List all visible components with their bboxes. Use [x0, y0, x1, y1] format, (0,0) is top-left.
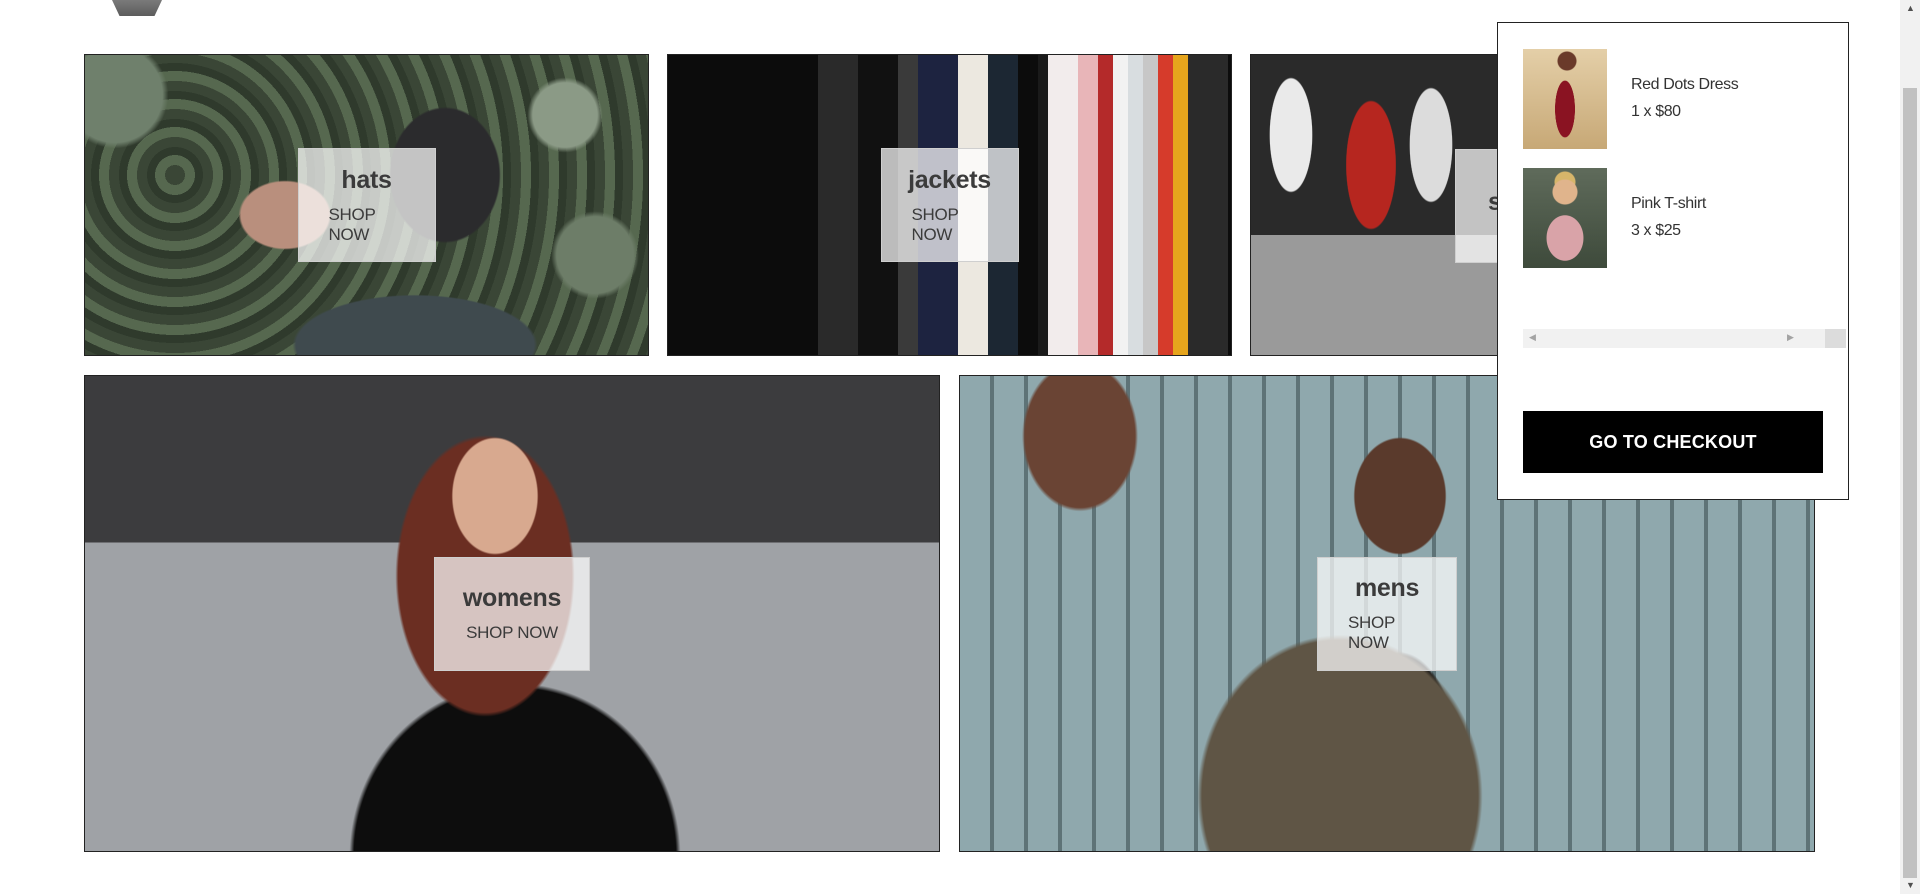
page-scrollbar-thumb[interactable]	[1903, 88, 1917, 878]
category-tile-hats[interactable]: hats SHOP NOW	[84, 54, 649, 356]
category-label-box[interactable]: womens SHOP NOW	[434, 556, 590, 671]
category-label-box[interactable]: jackets SHOP NOW	[880, 148, 1019, 262]
scroll-up-icon[interactable]: ▲	[1906, 3, 1915, 13]
cart-dropdown: Red Dots Dress 1 x $80 Pink T-shirt 3 x …	[1497, 22, 1849, 500]
cart-item-image	[1523, 49, 1607, 149]
scroll-down-icon[interactable]: ▼	[1906, 880, 1915, 890]
cart-item-details: Pink T-shirt 3 x $25	[1631, 190, 1706, 244]
category-title: mens	[1354, 574, 1420, 602]
scrollbar-corner	[1825, 329, 1846, 348]
cart-item-name: Red Dots Dress	[1631, 76, 1739, 93]
shop-now-link[interactable]: SHOP NOW	[912, 205, 988, 245]
category-title: hats	[341, 165, 392, 194]
category-title: womens	[462, 584, 562, 612]
cart-item: Red Dots Dress 1 x $80	[1523, 49, 1803, 149]
cart-items-list[interactable]: Red Dots Dress 1 x $80 Pink T-shirt 3 x …	[1523, 49, 1825, 371]
go-to-checkout-button[interactable]: GO TO CHECKOUT	[1523, 411, 1823, 473]
cart-item-quantity-price: 1 x $80	[1631, 103, 1681, 120]
category-label-box[interactable]: mens SHOP NOW	[1317, 556, 1457, 671]
cart-horizontal-scrollbar[interactable]: ◀ ▶	[1523, 329, 1825, 348]
category-tile-jackets[interactable]: jackets SHOP NOW	[667, 54, 1232, 356]
page-scrollbar[interactable]: ▲ ▼	[1900, 0, 1920, 894]
cart-item-details: Red Dots Dress 1 x $80	[1631, 71, 1739, 125]
shop-now-link[interactable]: SHOP NOW	[329, 205, 405, 245]
cart-item: Pink T-shirt 3 x $25	[1523, 168, 1803, 268]
category-tile-womens[interactable]: womens SHOP NOW	[84, 375, 940, 852]
cart-item-image	[1523, 168, 1607, 268]
shop-now-link[interactable]: SHOP NOW	[466, 623, 558, 643]
cart-item-quantity-price: 3 x $25	[1631, 222, 1681, 239]
category-title: jackets	[908, 165, 991, 194]
scroll-left-icon[interactable]: ◀	[1529, 332, 1536, 343]
logo-icon[interactable]	[112, 0, 162, 16]
shop-now-link[interactable]: SHOP NOW	[1348, 613, 1426, 653]
category-label-box[interactable]: hats SHOP NOW	[297, 148, 436, 262]
scroll-right-icon[interactable]: ▶	[1787, 332, 1794, 343]
cart-item-name: Pink T-shirt	[1631, 195, 1706, 212]
